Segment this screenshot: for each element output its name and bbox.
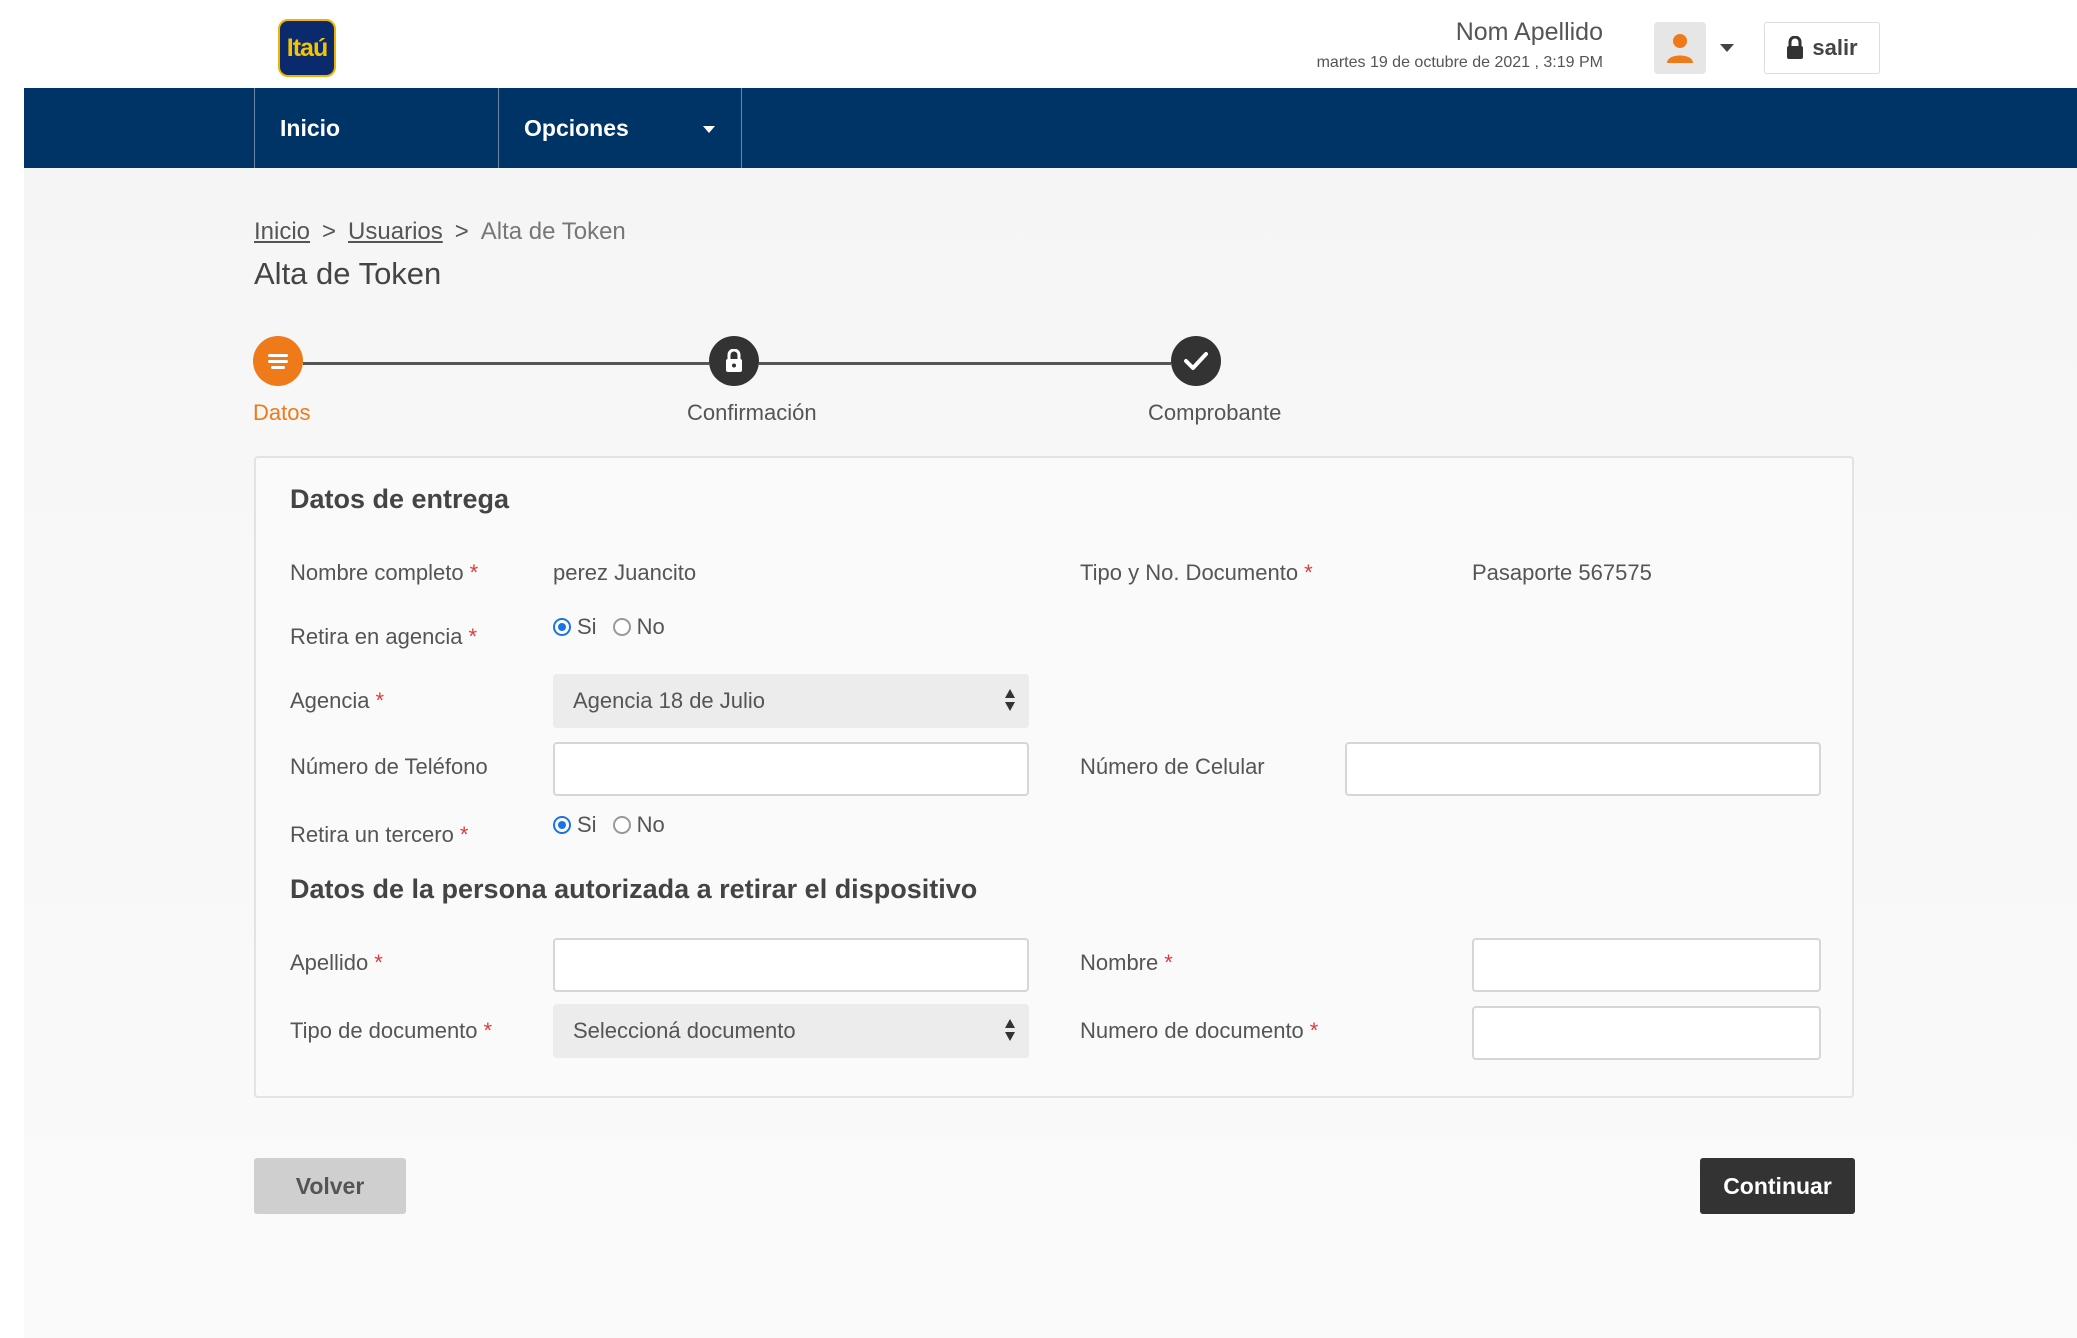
top-header: Itaú Nom Apellido martes 19 de octubre d… — [24, 0, 2077, 88]
breadcrumb-usuarios-link[interactable]: Usuarios — [348, 218, 443, 245]
nav-inicio[interactable]: Inicio — [254, 88, 498, 168]
lock-icon — [1787, 36, 1804, 59]
step-connector — [759, 362, 1171, 365]
breadcrumb-separator: > — [454, 218, 469, 245]
nombre-completo-value: perez Juancito — [553, 560, 697, 585]
required-mark: * — [469, 560, 479, 585]
logout-label: salir — [1812, 35, 1858, 60]
step-datos-label: Datos — [253, 400, 311, 425]
nombre-input[interactable] — [1472, 938, 1821, 992]
tipo-doc-label: Tipo de documento * — [290, 1018, 493, 1043]
step-confirmacion-circle — [709, 336, 759, 386]
user-name: Nom Apellido — [1455, 18, 1603, 46]
opciones-chevron-down-icon — [703, 126, 715, 133]
tipo-doc-select-value: Seleccioná documento — [573, 1018, 796, 1043]
required-mark: * — [1304, 560, 1313, 585]
agencia-select[interactable]: Agencia 18 de Julio — [553, 674, 1029, 728]
agencia-select-value: Agencia 18 de Julio — [573, 688, 766, 713]
celular-input[interactable] — [1345, 742, 1821, 796]
required-mark: * — [468, 624, 478, 649]
section-title-delivery: Datos de entrega — [290, 484, 510, 514]
nombre-label: Nombre * — [1080, 950, 1173, 975]
nav-opciones-dropdown[interactable]: Opciones — [498, 88, 742, 168]
radio-no[interactable] — [612, 618, 631, 636]
check-icon — [1184, 352, 1208, 370]
page: Itaú Nom Apellido martes 19 de octubre d… — [24, 0, 2077, 1338]
back-button[interactable]: Volver — [254, 1158, 406, 1214]
step-comprobante-label: Comprobante — [1148, 400, 1282, 425]
breadcrumb-inicio-link[interactable]: Inicio — [254, 218, 310, 245]
tipo-documento-label: Tipo y No. Documento * — [1080, 560, 1313, 585]
form-card: Datos de entrega Nombre completo * perez … — [254, 456, 1854, 1098]
required-mark: * — [375, 688, 385, 713]
user-avatar-button[interactable] — [1654, 22, 1706, 74]
current-date: martes 19 de octubre de 2021 , 3:19 PM — [1316, 54, 1603, 71]
breadcrumb: Inicio > Usuarios > Alta de Token — [254, 218, 626, 246]
celular-label: Número de Celular — [1080, 754, 1265, 779]
itau-logo[interactable]: Itaú — [278, 19, 336, 77]
nav-inicio-label: Inicio — [280, 114, 341, 141]
step-confirmacion-label: Confirmación — [687, 400, 817, 425]
list-icon — [268, 354, 288, 369]
breadcrumb-current: Alta de Token — [480, 218, 626, 245]
nav-opciones-label: Opciones — [524, 114, 629, 141]
continue-button[interactable]: Continuar — [1700, 1158, 1855, 1214]
user-icon — [1667, 34, 1693, 63]
required-mark: * — [1164, 950, 1173, 975]
agencia-label: Agencia * — [290, 688, 385, 713]
tipo-doc-select[interactable]: Seleccioná documento — [553, 1004, 1029, 1058]
required-mark: * — [459, 822, 469, 847]
apellido-input[interactable] — [553, 938, 1029, 992]
radio-si-checked[interactable] — [553, 816, 571, 834]
step-connector — [303, 362, 709, 365]
breadcrumb-separator: > — [322, 218, 337, 245]
apellido-label: Apellido * — [290, 950, 383, 975]
retira-agencia-no-option[interactable]: No — [612, 614, 665, 640]
numero-doc-label: Numero de documento * — [1080, 1018, 1319, 1043]
user-menu-chevron-down-icon[interactable] — [1720, 44, 1734, 52]
step-datos-circle — [253, 336, 303, 386]
nombre-completo-label: Nombre completo * — [290, 560, 479, 585]
select-arrows-icon — [1005, 1017, 1017, 1045]
logo-text: Itaú — [286, 33, 328, 62]
page-title: Alta de Token — [254, 256, 442, 291]
retira-tercero-no-option[interactable]: No — [612, 812, 665, 838]
select-arrows-icon — [1005, 687, 1017, 715]
main-navbar: Inicio Opciones — [24, 88, 2077, 168]
required-mark: * — [374, 950, 383, 975]
required-mark: * — [1309, 1018, 1319, 1043]
numero-doc-input[interactable] — [1472, 1006, 1821, 1060]
telefono-input[interactable] — [553, 742, 1029, 796]
retira-agencia-label: Retira en agencia * — [290, 624, 478, 649]
tipo-documento-value: Pasaporte 567575 — [1472, 560, 1652, 585]
required-mark: * — [483, 1018, 493, 1043]
telefono-label: Número de Teléfono — [290, 754, 488, 779]
logout-button[interactable]: salir — [1764, 22, 1880, 74]
retira-agencia-si-option[interactable]: Si — [553, 614, 597, 640]
step-comprobante-circle — [1171, 336, 1221, 386]
radio-no[interactable] — [612, 816, 631, 834]
section-title-authorized: Datos de la persona autorizada a retirar… — [290, 874, 978, 904]
retira-tercero-label: Retira un tercero * — [290, 822, 469, 847]
lock-icon — [726, 349, 742, 372]
radio-si-checked[interactable] — [553, 618, 571, 636]
retira-agencia-radio-group: Si No — [553, 614, 675, 640]
retira-tercero-si-option[interactable]: Si — [553, 812, 597, 838]
retira-tercero-radio-group: Si No — [553, 812, 675, 838]
